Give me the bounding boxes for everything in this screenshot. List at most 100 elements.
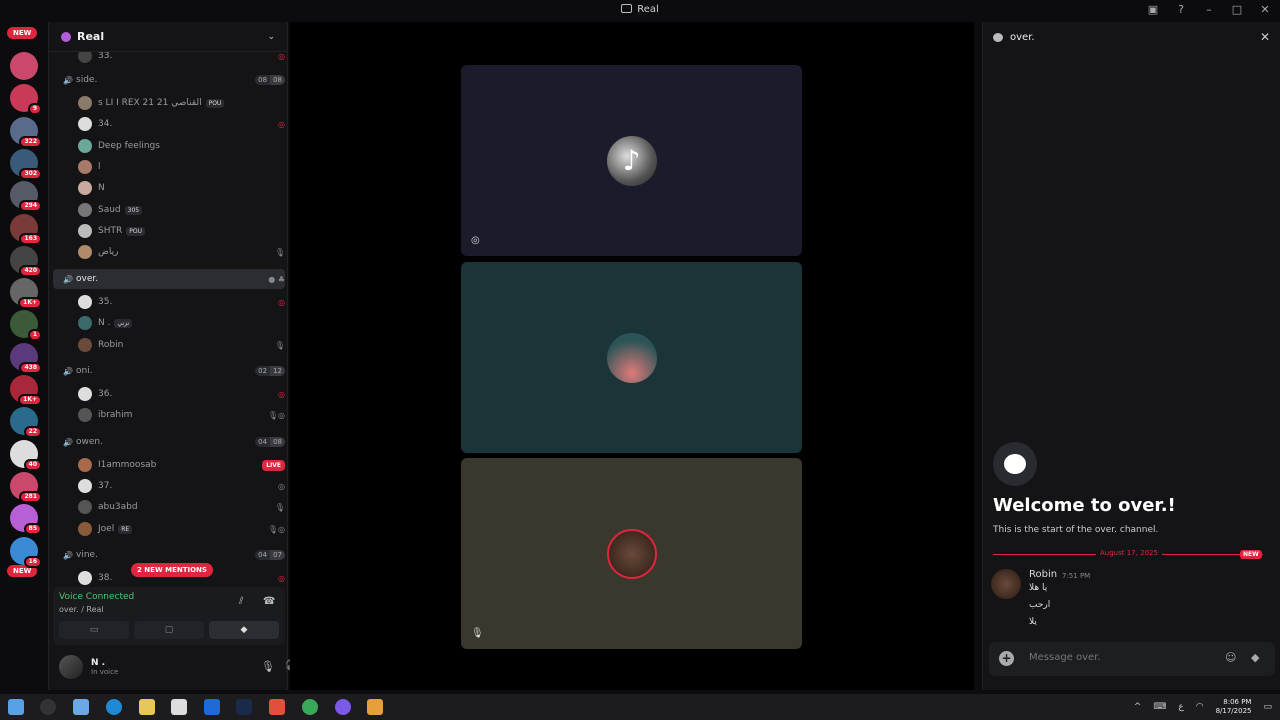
voice-user[interactable]: 35. ◎ [53,292,285,312]
steam-icon[interactable] [236,699,252,715]
app-icon[interactable] [367,699,383,715]
voice-channel-oni[interactable]: 🔊 oni. 02 12 [53,361,285,381]
voice-channel-over[interactable]: 🔊 over. ● ♣ [53,269,285,289]
help-icon[interactable]: ? [1174,3,1188,16]
chevron-down-icon[interactable]: ⌄ [267,32,275,42]
voice-user[interactable]: Robin 🎙 [53,335,285,355]
voice-user[interactable]: ꜱ LI I REX 21 القناصي 21 POU [53,93,285,113]
avatar[interactable] [59,655,83,679]
voice-user[interactable]: N [53,178,285,198]
windows-start-icon[interactable] [8,699,24,715]
voice-channel-side[interactable]: 🔊 side. 08 08 [53,70,285,90]
copilot-icon[interactable] [73,699,89,715]
clock[interactable]: 8:06 PM 8/17/2025 [1216,698,1252,716]
voice-user[interactable]: abu3abd 🎙 [53,497,285,517]
avatar [78,500,92,514]
screen-share-button[interactable]: ▢ [134,621,204,639]
participant-tile[interactable]: 🎙 [461,458,802,649]
chrome-icon[interactable] [302,699,318,715]
disconnect-icon[interactable]: ☎ [263,596,275,607]
server-icon[interactable]: 16 [10,536,42,568]
voice-channel-owen[interactable]: 🔊 owen. 04 08 [53,432,285,452]
voice-user[interactable]: رياض 🎙 [53,242,285,262]
new-mentions-pill[interactable]: 2 NEW MENTIONS [131,563,213,577]
deafened-icon: ◎ [278,389,285,399]
chevron-up-icon[interactable]: ^ [1134,702,1142,712]
server-list: NEW NEW 9 322 302 294 163 420 1K+ 1 438 1K+ 22 40 28… [0,22,48,690]
camera-button[interactable]: ▭ [59,621,129,639]
server-icon[interactable]: 85 [10,504,42,536]
voice-user[interactable]: I1ammoosab LIVE [53,455,285,475]
avatar [78,522,92,536]
server-icon[interactable]: 1 [10,310,42,342]
avatar [78,295,92,309]
voice-user[interactable]: Saud 305 [53,200,285,220]
voice-location[interactable]: over. / Real [59,605,104,614]
close-icon[interactable]: ✕ [1258,3,1272,16]
server-icon[interactable] [10,52,38,80]
server-icon[interactable]: 163 [10,213,42,245]
voice-user[interactable]: SHTR POU [53,221,285,241]
activity-icon[interactable]: ◆ [1251,651,1259,664]
inbox-icon[interactable]: ▣ [1146,3,1160,16]
noise-suppression-icon[interactable]: ⫽ [239,596,243,607]
server-icon[interactable]: 322 [10,116,42,148]
user-count: 08 08 [255,75,285,85]
voice-channel-vine[interactable]: 🔊 vine. 04 07 [53,545,285,565]
new-badge: NEW [1240,550,1262,559]
emoji-icon[interactable]: ☺ [1225,651,1236,664]
edge-icon[interactable] [106,699,122,715]
message-author[interactable]: Robin [1029,569,1057,580]
voice-user[interactable]: 33. ◎ [53,52,285,66]
server-icon[interactable]: 281 [10,471,42,503]
server-icon[interactable]: 1K+ [10,278,42,310]
voice-user[interactable]: N . نزني [53,313,285,333]
outlook-icon[interactable] [204,699,220,715]
notification-icon[interactable]: ▭ [1263,702,1272,712]
message-input[interactable]: Message over. [1029,652,1101,663]
maximize-icon[interactable]: □ [1230,3,1244,16]
avatar[interactable] [991,569,1021,599]
server-icon[interactable]: 438 [10,342,42,374]
server-icon[interactable]: 40 [10,439,42,471]
voice-user[interactable]: ا [53,157,285,177]
deafened-icon: ◎ [471,235,480,246]
server-header[interactable]: Real ⌄ [49,22,287,52]
chat-icon[interactable]: ● ♣ [268,275,285,284]
plus-icon[interactable]: + [999,651,1014,666]
file-explorer-icon[interactable] [139,699,155,715]
voice-user[interactable]: Deep feelings [53,136,285,156]
voice-user[interactable]: ibrahim 🎙◎ [53,405,285,425]
search-icon[interactable] [40,699,56,715]
voice-user[interactable]: 36. ◎ [53,384,285,404]
wifi-icon[interactable]: ◠ [1196,702,1204,712]
server-icon[interactable]: 1K+ [10,375,42,406]
chat-header: over. ✕ [983,22,1280,52]
server-icon[interactable]: 302 [10,148,42,180]
language-icon[interactable]: ع [1178,702,1183,712]
close-icon[interactable]: ✕ [1260,30,1270,44]
new-unreads-pill[interactable]: NEW [7,27,38,39]
participant-tile[interactable]: ♪ ◎ [461,65,802,256]
server-icon[interactable]: 420 [10,245,42,277]
voice-status[interactable]: Voice Connected [59,592,134,602]
activity-button[interactable]: ◆ [209,621,279,639]
minimize-icon[interactable]: – [1202,3,1216,16]
brave-icon[interactable] [269,699,285,715]
mention-badge: 420 [19,264,42,277]
message-composer[interactable]: + Message over. ☺ ◆ [989,642,1275,676]
avatar [78,117,92,131]
server-icon[interactable]: 294 [10,181,42,213]
discord-taskbar-icon[interactable] [335,699,351,715]
server-icon[interactable]: 9 [10,84,42,116]
keyboard-icon[interactable]: ⌨ [1153,702,1166,712]
user-panel[interactable]: N . In voice 🎙 🎧 ⚙ [53,650,319,684]
microphone-icon[interactable]: 🎙 [261,660,275,673]
voice-user[interactable]: 37. ◎ [53,476,285,496]
store-icon[interactable] [171,699,187,715]
voice-user[interactable]: Joel RE 🎙◎ [53,519,285,539]
voice-user[interactable]: 34. ◎ [53,114,285,134]
participant-tile[interactable] [461,262,802,453]
server-icon[interactable]: 22 [10,407,42,439]
mention-badge: 1K+ [18,394,42,406]
